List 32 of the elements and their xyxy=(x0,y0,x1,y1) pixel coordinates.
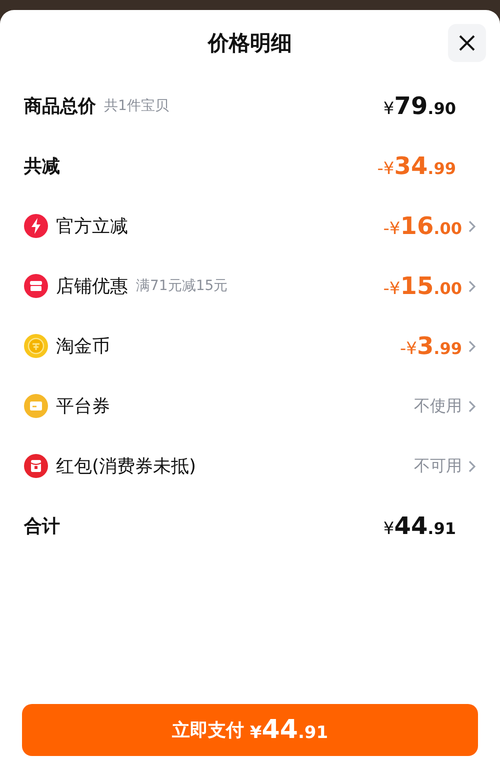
chevron-right-icon xyxy=(468,340,476,352)
discount-text: -¥34.99 xyxy=(377,151,456,182)
envelope-icon xyxy=(24,454,48,478)
discount-text: -¥16.00 xyxy=(383,211,462,242)
status-text: 不使用 xyxy=(414,395,462,417)
row-note: 满71元减15元 xyxy=(136,276,228,296)
pay-button[interactable]: 立即支付 ¥44.91 xyxy=(22,704,478,756)
row-label: 红包(消费券未抵) xyxy=(56,454,196,478)
status-text: 不可用 xyxy=(414,455,462,477)
row-note: 共1件宝贝 xyxy=(104,96,169,116)
lightning-icon xyxy=(24,214,48,238)
row-label: 淘金币 xyxy=(56,334,110,358)
row-label: 官方立减 xyxy=(56,214,128,238)
chevron-right-icon xyxy=(468,460,476,472)
sheet-title: 价格明细 xyxy=(208,30,292,58)
price-text: ¥79.90 xyxy=(383,91,456,122)
row-label: 共减 xyxy=(24,154,60,178)
close-icon xyxy=(458,34,476,52)
row-label: 平台券 xyxy=(56,394,110,418)
discount-text: -¥3.99 xyxy=(400,331,462,362)
close-button[interactable] xyxy=(448,24,486,62)
chevron-right-icon xyxy=(468,280,476,292)
store-icon xyxy=(24,274,48,298)
row-label: 店铺优惠 xyxy=(56,274,128,298)
chevron-right-icon xyxy=(468,220,476,232)
discount-text: -¥15.00 xyxy=(383,271,462,302)
coin-icon xyxy=(24,334,48,358)
chevron-right-icon xyxy=(468,400,476,412)
row-label: 商品总价 xyxy=(24,94,96,118)
price-text: ¥44.91 xyxy=(383,511,456,542)
coupon-icon xyxy=(24,394,48,418)
row-label: 合计 xyxy=(24,514,60,538)
